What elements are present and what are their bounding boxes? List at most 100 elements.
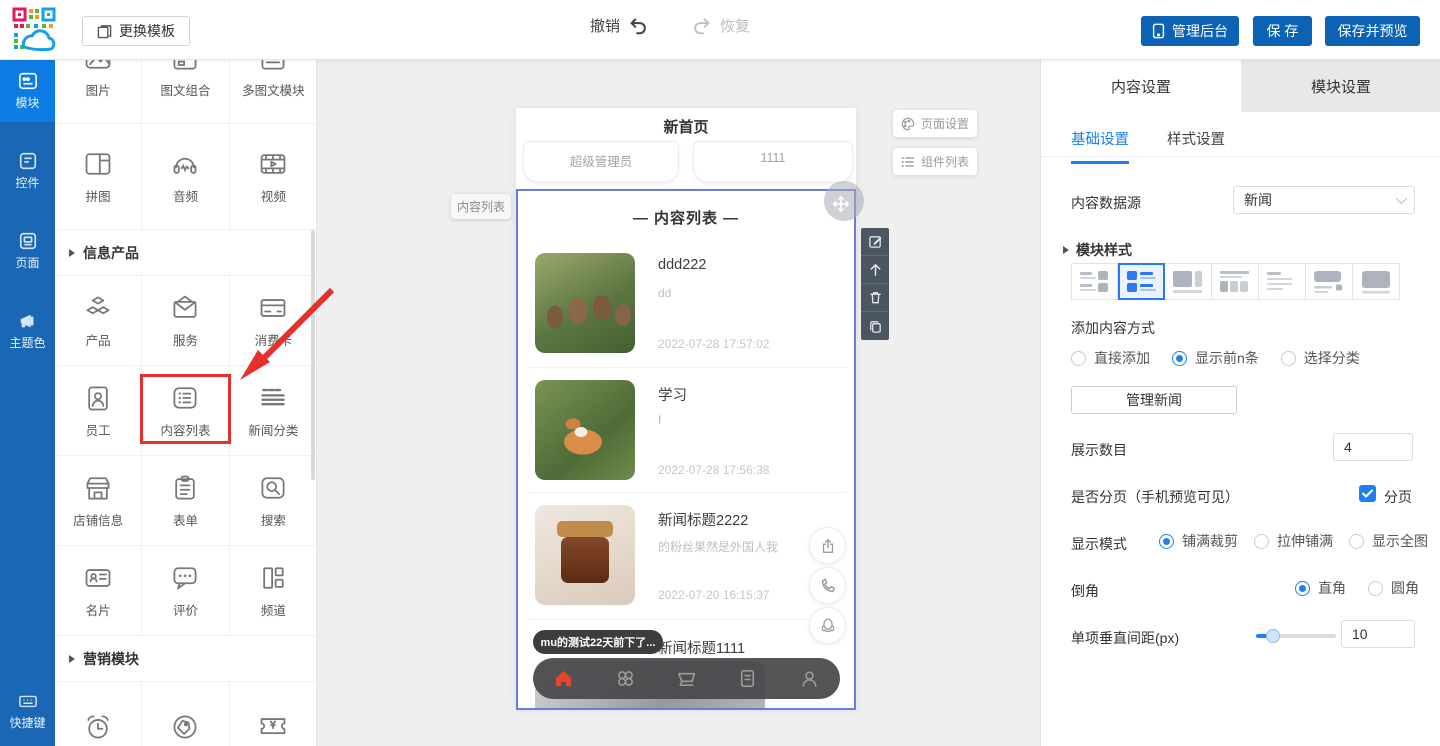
channel-icon [258,563,288,593]
module-cell-shop-info[interactable]: 店铺信息 [55,456,142,546]
radio-stretch-fill[interactable]: 拉伸铺满 [1254,531,1333,551]
module-cell-business-card[interactable]: 名片 [55,546,142,636]
delete-module-button[interactable] [861,284,889,312]
module-cell-review[interactable]: 评价 [142,546,229,636]
subtab-basic-settings[interactable]: 基础设置 [1071,128,1129,164]
rail-item-shortcuts[interactable]: 快捷键 [0,680,55,742]
cart-nav-icon[interactable] [675,667,698,690]
style-option-2-selected[interactable] [1118,263,1165,300]
paging-checkbox[interactable] [1359,485,1376,502]
rail-item-controls[interactable]: 控件 [0,140,55,202]
phone-preview: 新首页 超级管理员 1111 — 内容列表 — ddd222 dd 2022-0… [516,108,856,710]
module-cell-image[interactable]: 图片 [55,60,142,124]
qq-float-button[interactable] [809,607,846,644]
module-cell-coupon[interactable] [230,682,317,746]
module-drag-handle[interactable] [824,181,864,221]
module-cell-service[interactable]: 服务 [142,276,229,366]
page-settings-button[interactable]: 页面设置 [893,110,977,137]
style-option-7[interactable] [1353,263,1400,300]
module-cell-search[interactable]: 搜索 [230,456,317,546]
slider-knob[interactable] [1266,629,1280,643]
rail-item-modules[interactable]: 模块 [0,60,55,122]
section-marketing[interactable]: 营销模块 [55,636,317,682]
move-cross-icon [832,195,850,213]
keyboard-icon [18,691,38,711]
radio-choose-category[interactable]: 选择分类 [1281,348,1360,368]
radio-rounded[interactable]: 圆角 [1368,578,1419,598]
style-option-1[interactable] [1071,263,1118,300]
change-template-label: 更换模板 [119,21,175,41]
news-item-desc: f [658,413,661,427]
module-cell-content-list[interactable]: 内容列表 [142,366,229,456]
panel-scrollbar[interactable] [311,230,315,480]
module-cell-image-text[interactable]: 图文组合 [142,60,229,124]
display-count-input[interactable] [1333,433,1413,461]
radio-right-angle[interactable]: 直角 [1295,578,1346,598]
news-item[interactable]: 新闻标题2222 的粉丝果然是外国人我 2022-07-20 16:15:37 [518,191,854,291]
phone-call-float-button[interactable] [809,567,846,604]
radio-fill-crop[interactable]: 铺满裁剪 [1159,531,1238,551]
orders-nav-icon[interactable] [736,667,759,690]
save-preview-button[interactable]: 保存并预览 [1325,16,1420,46]
module-cell-label: 名片 [86,600,111,619]
change-template-button[interactable]: 更换模板 [82,16,190,46]
module-cell-form[interactable]: 表单 [142,456,229,546]
undo-button[interactable]: 撤销 [590,14,649,36]
component-list-button[interactable]: 组件列表 [893,148,977,175]
datasource-select[interactable]: 新闻 [1233,186,1415,214]
module-cell-news-category[interactable]: 新闻分类 [230,366,317,456]
spacing-input[interactable] [1341,620,1415,648]
apps-nav-icon[interactable] [614,667,637,690]
module-cell-label: 频道 [261,600,286,619]
module-cell-product[interactable]: 产品 [55,276,142,366]
review-icon [170,563,200,593]
phone-tab-admin[interactable]: 超级管理员 [523,141,679,183]
edit-module-button[interactable] [861,228,889,256]
module-cell-video[interactable]: 视频 [230,124,317,230]
module-style-header[interactable]: 模块样式 [1063,240,1132,260]
phone-tab-1111[interactable]: 1111 [693,141,853,183]
redo-button[interactable]: 恢复 [691,14,750,36]
radio-show-full[interactable]: 显示全图 [1349,531,1428,551]
style-option-4[interactable] [1212,263,1259,300]
rail-label: 控件 [15,174,39,191]
pages-icon [18,231,38,251]
manage-news-button[interactable]: 管理新闻 [1071,386,1237,414]
style-option-5[interactable] [1259,263,1306,300]
module-cell-label: 表单 [173,510,198,529]
style-option-6[interactable] [1306,263,1353,300]
module-cell-audio[interactable]: 音频 [142,124,229,230]
tab-module-settings[interactable]: 模块设置 [1241,60,1440,112]
subtab-style-settings[interactable]: 样式设置 [1167,128,1225,164]
module-cell-alarm[interactable] [55,682,142,746]
radio-show-first-n[interactable]: 显示前n条 [1172,348,1259,368]
radio-icon [1295,581,1310,596]
section-info-products[interactable]: 信息产品 [55,230,317,276]
module-cell-collage[interactable]: 拼图 [55,124,142,230]
module-cell-channel[interactable]: 频道 [230,546,317,636]
profile-nav-icon[interactable] [798,667,821,690]
save-button[interactable]: 保 存 [1253,16,1312,46]
admin-backend-button[interactable]: 管理后台 [1141,16,1239,46]
service-icon [170,293,200,323]
module-cell-tag[interactable] [142,682,229,746]
tab-content-settings[interactable]: 内容设置 [1041,60,1241,112]
radio-direct-add[interactable]: 直接添加 [1071,348,1150,368]
style-option-3[interactable] [1165,263,1212,300]
section-caret-icon [69,249,75,257]
module-cell-multi-image-text[interactable]: 多图文模块 [230,60,317,124]
share-float-button[interactable] [809,527,846,564]
add-mode-label: 添加内容方式 [1071,318,1155,338]
module-cell-consume-card[interactable]: 消费卡 [230,276,317,366]
spacing-slider[interactable] [1256,634,1336,638]
module-cell-label: 图文组合 [160,80,210,99]
rail-item-pages[interactable]: 页面 [0,220,55,282]
device-icon [1152,23,1165,39]
copy-module-button[interactable] [861,312,889,340]
radio-label: 铺满裁剪 [1182,531,1238,551]
rail-item-theme-color[interactable]: 主题色 [0,300,55,362]
home-nav-icon[interactable] [552,667,575,690]
move-up-button[interactable] [861,256,889,284]
module-cell-staff[interactable]: 员工 [55,366,142,456]
image-text-icon [170,60,200,73]
